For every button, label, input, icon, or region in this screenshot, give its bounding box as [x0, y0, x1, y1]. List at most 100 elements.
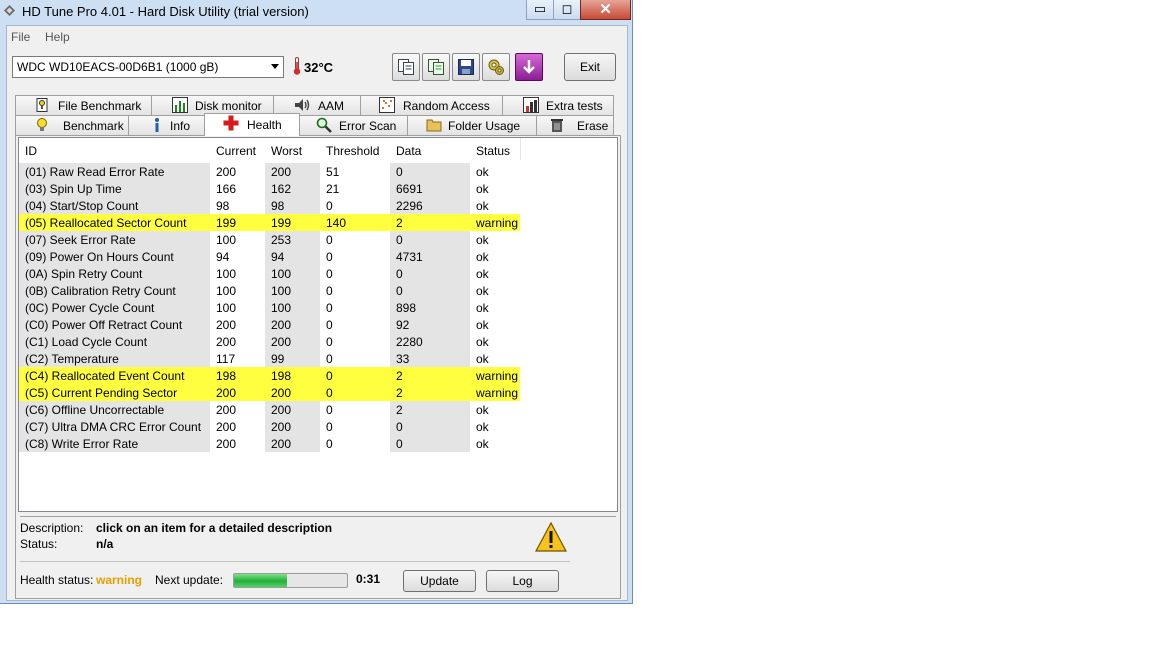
update-button[interactable]: Update	[403, 570, 476, 592]
tab-erase[interactable]: Erase	[536, 115, 614, 135]
tab-random-access[interactable]: Random Access	[360, 95, 504, 115]
cell-text: (C0) Power Off Retract Count	[25, 318, 183, 332]
cell-text: 140	[326, 216, 347, 230]
tab-health[interactable]: Health	[204, 113, 300, 136]
health-status-value: warning	[96, 573, 143, 587]
table-cell: 0	[390, 265, 470, 282]
column-header-label: Current	[216, 144, 257, 158]
countdown: 0:31	[356, 572, 381, 586]
cell-text: 0	[326, 318, 333, 332]
table-row[interactable]: (0B) Calibration Retry Count 100 100 0 0 ok	[19, 282, 617, 299]
table-cell: (05) Reallocated Sector Count	[19, 214, 210, 231]
minimize-icon: ▭	[533, 1, 547, 16]
maximize-button[interactable]: ◻	[553, 0, 581, 20]
cell-text: 98	[216, 199, 230, 213]
table-cell: 100	[210, 299, 265, 316]
cell-text: ok	[476, 301, 489, 315]
cell-text: 6691	[396, 182, 423, 196]
column-header-id[interactable]: ID	[19, 138, 211, 160]
cell-text: 0	[326, 420, 333, 434]
table-cell: ok	[470, 180, 520, 197]
table-row[interactable]: (C6) Offline Uncorrectable 200 200 0 2 ok	[19, 401, 617, 418]
table-row[interactable]: (C0) Power Off Retract Count 200 200 0 92 ok	[19, 316, 617, 333]
column-header-current[interactable]: Current	[210, 138, 266, 160]
table-cell: 99	[265, 350, 320, 367]
table-row[interactable]: (03) Spin Up Time 166 162 21 6691 ok	[19, 180, 617, 197]
column-header-data[interactable]: Data	[390, 138, 471, 160]
tab-folder-usage[interactable]: Folder Usage	[407, 115, 538, 135]
menu-help[interactable]: Help	[45, 30, 70, 44]
cell-text: ok	[476, 318, 489, 332]
table-cell: 0	[390, 435, 470, 452]
column-header-threshold[interactable]: Threshold	[320, 138, 391, 160]
table-cell: 117	[210, 350, 265, 367]
table-row[interactable]: (C2) Temperature 117 99 0 33 ok	[19, 350, 617, 367]
maximize-icon: ◻	[561, 1, 573, 16]
cell-text: 200	[271, 165, 292, 179]
cell-text: (0C) Power Cycle Count	[25, 301, 155, 315]
cell-text: (07) Seek Error Rate	[25, 233, 136, 247]
copy-info-button[interactable]	[422, 53, 450, 81]
table-row[interactable]: (01) Raw Read Error Rate 200 200 51 0 ok	[19, 163, 617, 180]
folder-icon	[426, 119, 442, 132]
cell-text: 2	[396, 403, 403, 417]
cell-text: 4731	[396, 250, 423, 264]
table-row[interactable]: (0C) Power Cycle Count 100 100 0 898 ok	[19, 299, 617, 316]
screenshot-button[interactable]	[515, 53, 543, 81]
cell-text: 92	[396, 318, 410, 332]
title-bar[interactable]: HD Tune Pro 4.01 - Hard Disk Utility (tr…	[0, 0, 632, 25]
table-row[interactable]: (C8) Write Error Rate 200 200 0 0 ok	[19, 435, 617, 452]
exit-button[interactable]: Exit	[564, 53, 616, 81]
table-row[interactable]: (C4) Reallocated Event Count 198 198 0 2 warn…	[19, 367, 617, 384]
cell-text: 98	[271, 199, 285, 213]
table-cell: 98	[210, 197, 265, 214]
cell-text: 2	[396, 216, 403, 230]
temperature-readout: 32°C	[304, 60, 334, 75]
speaker-icon	[295, 99, 310, 111]
cell-text: 199	[271, 216, 292, 230]
table-cell: 198	[265, 367, 320, 384]
table-row[interactable]: (C1) Load Cycle Count 200 200 0 2280 ok	[19, 333, 617, 350]
column-header-worst[interactable]: Worst	[265, 138, 321, 160]
copy-text-button[interactable]	[392, 53, 420, 81]
tab-label: Info	[170, 119, 191, 133]
log-button[interactable]: Log	[486, 570, 559, 592]
tab-info[interactable]: Info	[128, 115, 206, 135]
cell-text: (C6) Offline Uncorrectable	[25, 403, 165, 417]
tab-label: Extra tests	[546, 99, 603, 113]
save-button[interactable]	[452, 53, 480, 81]
tab-benchmark[interactable]: Benchmark	[15, 115, 130, 135]
table-cell: 4731	[390, 248, 470, 265]
minimize-button[interactable]: ▭	[526, 0, 553, 20]
table-cell: 100	[265, 299, 320, 316]
table-cell: ok	[470, 435, 520, 452]
table-cell: 0	[320, 401, 390, 418]
cell-text: ok	[476, 267, 489, 281]
column-header-status[interactable]: Status	[470, 138, 521, 160]
table-row[interactable]: (0A) Spin Retry Count 100 100 0 0 ok	[19, 265, 617, 282]
tab-error-scan[interactable]: Error Scan	[298, 115, 409, 135]
table-row[interactable]: (07) Seek Error Rate 100 253 0 0 ok	[19, 231, 617, 248]
cell-text: 0	[396, 267, 403, 281]
drive-select[interactable]: WDC WD10EACS-00D6B1 (1000 gB)	[12, 56, 284, 78]
tab-file-benchmark[interactable]: File Benchmark	[15, 95, 153, 115]
cell-text: 0	[326, 403, 333, 417]
tab-extra-tests[interactable]: Extra tests	[502, 95, 614, 115]
column-header-label: Status	[476, 144, 511, 158]
close-button[interactable]: ✕	[580, 0, 631, 20]
save-icon	[458, 59, 474, 75]
copy-info-icon	[428, 59, 444, 75]
description-label: Description:	[20, 521, 84, 535]
table-cell: (0C) Power Cycle Count	[19, 299, 210, 316]
table-row[interactable]: (C7) Ultra DMA CRC Error Count 200 200 0 0 ok	[19, 418, 617, 435]
tab-aam[interactable]: AAM	[273, 95, 362, 115]
menu-file[interactable]: File	[11, 30, 30, 44]
table-row[interactable]: (09) Power On Hours Count 94 94 0 4731 ok	[19, 248, 617, 265]
table-row[interactable]: (05) Reallocated Sector Count 199 199 140 2 w…	[19, 214, 617, 231]
options-button[interactable]	[482, 53, 510, 81]
table-row[interactable]: (C5) Current Pending Sector 200 200 0 2 warni…	[19, 384, 617, 401]
cell-text: (C1) Load Cycle Count	[25, 335, 148, 349]
smart-attributes-list[interactable]: ID Current Worst Threshold Data Status (…	[18, 137, 618, 512]
tab-disk-monitor[interactable]: Disk monitor	[151, 95, 275, 115]
table-row[interactable]: (04) Start/Stop Count 98 98 0 2296 ok	[19, 197, 617, 214]
